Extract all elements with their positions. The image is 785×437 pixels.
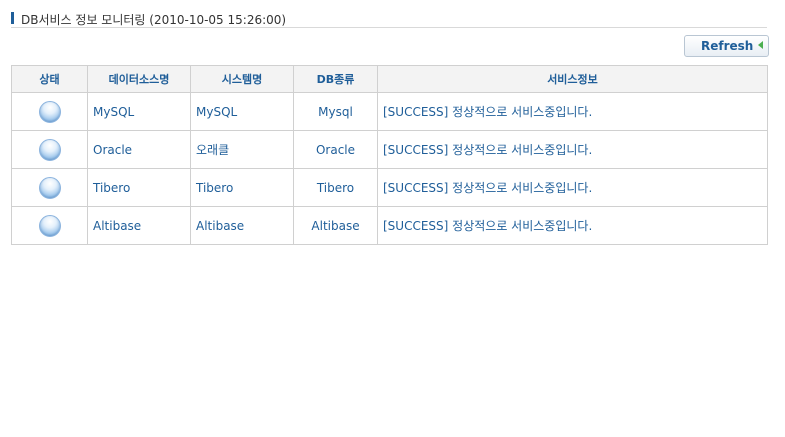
- system-cell: 오래클: [190, 130, 294, 169]
- column-header-system: 시스템명: [190, 65, 294, 93]
- table-header-row: 상태 데이터소스명 시스템명 DB종류 서비스정보: [11, 65, 768, 93]
- db-type-cell: Tibero: [293, 168, 378, 207]
- datasource-cell: Tibero: [87, 168, 191, 207]
- status-cell: [11, 206, 88, 245]
- system-cell: Tibero: [190, 168, 294, 207]
- status-normal-icon: [38, 214, 61, 237]
- status-normal-icon: [38, 138, 61, 161]
- db-type-cell: Altibase: [293, 206, 378, 245]
- status-normal-icon: [38, 176, 61, 199]
- column-header-service-info: 서비스정보: [377, 65, 768, 93]
- page-header: DB서비스 정보 모니터링 (2010-10-05 15:26:00): [11, 10, 767, 28]
- column-header-status: 상태: [11, 65, 88, 93]
- service-info-cell: [SUCCESS] 정상적으로 서비스중입니다.: [377, 168, 768, 207]
- column-header-db-type: DB종류: [293, 65, 378, 93]
- refresh-label: Refresh: [701, 39, 754, 53]
- table-row: Altibase Altibase Altibase [SUCCESS] 정상적…: [11, 206, 768, 245]
- status-cell: [11, 168, 88, 207]
- table-row: Tibero Tibero Tibero [SUCCESS] 정상적으로 서비스…: [11, 168, 768, 207]
- db-type-cell: Oracle: [293, 130, 378, 169]
- page-title: DB서비스 정보 모니터링 (2010-10-05 15:26:00): [21, 13, 287, 27]
- system-cell: Altibase: [190, 206, 294, 245]
- service-info-cell: [SUCCESS] 정상적으로 서비스중입니다.: [377, 130, 768, 169]
- service-info-cell: [SUCCESS] 정상적으로 서비스중입니다.: [377, 92, 768, 131]
- db-service-table: 상태 데이터소스명 시스템명 DB종류 서비스정보 MySQL MySQL My…: [11, 65, 768, 245]
- arrow-left-icon: [758, 41, 763, 49]
- table-row: MySQL MySQL Mysql [SUCCESS] 정상적으로 서비스중입니…: [11, 92, 768, 131]
- table-row: Oracle 오래클 Oracle [SUCCESS] 정상적으로 서비스중입니…: [11, 130, 768, 169]
- datasource-cell: Oracle: [87, 130, 191, 169]
- status-cell: [11, 130, 88, 169]
- db-type-cell: Mysql: [293, 92, 378, 131]
- status-cell: [11, 92, 88, 131]
- datasource-cell: MySQL: [87, 92, 191, 131]
- service-info-cell: [SUCCESS] 정상적으로 서비스중입니다.: [377, 206, 768, 245]
- datasource-cell: Altibase: [87, 206, 191, 245]
- refresh-button[interactable]: Refresh: [684, 35, 769, 57]
- column-header-datasource: 데이터소스명: [87, 65, 191, 93]
- system-cell: MySQL: [190, 92, 294, 131]
- title-marker: [11, 12, 14, 24]
- status-normal-icon: [38, 100, 61, 123]
